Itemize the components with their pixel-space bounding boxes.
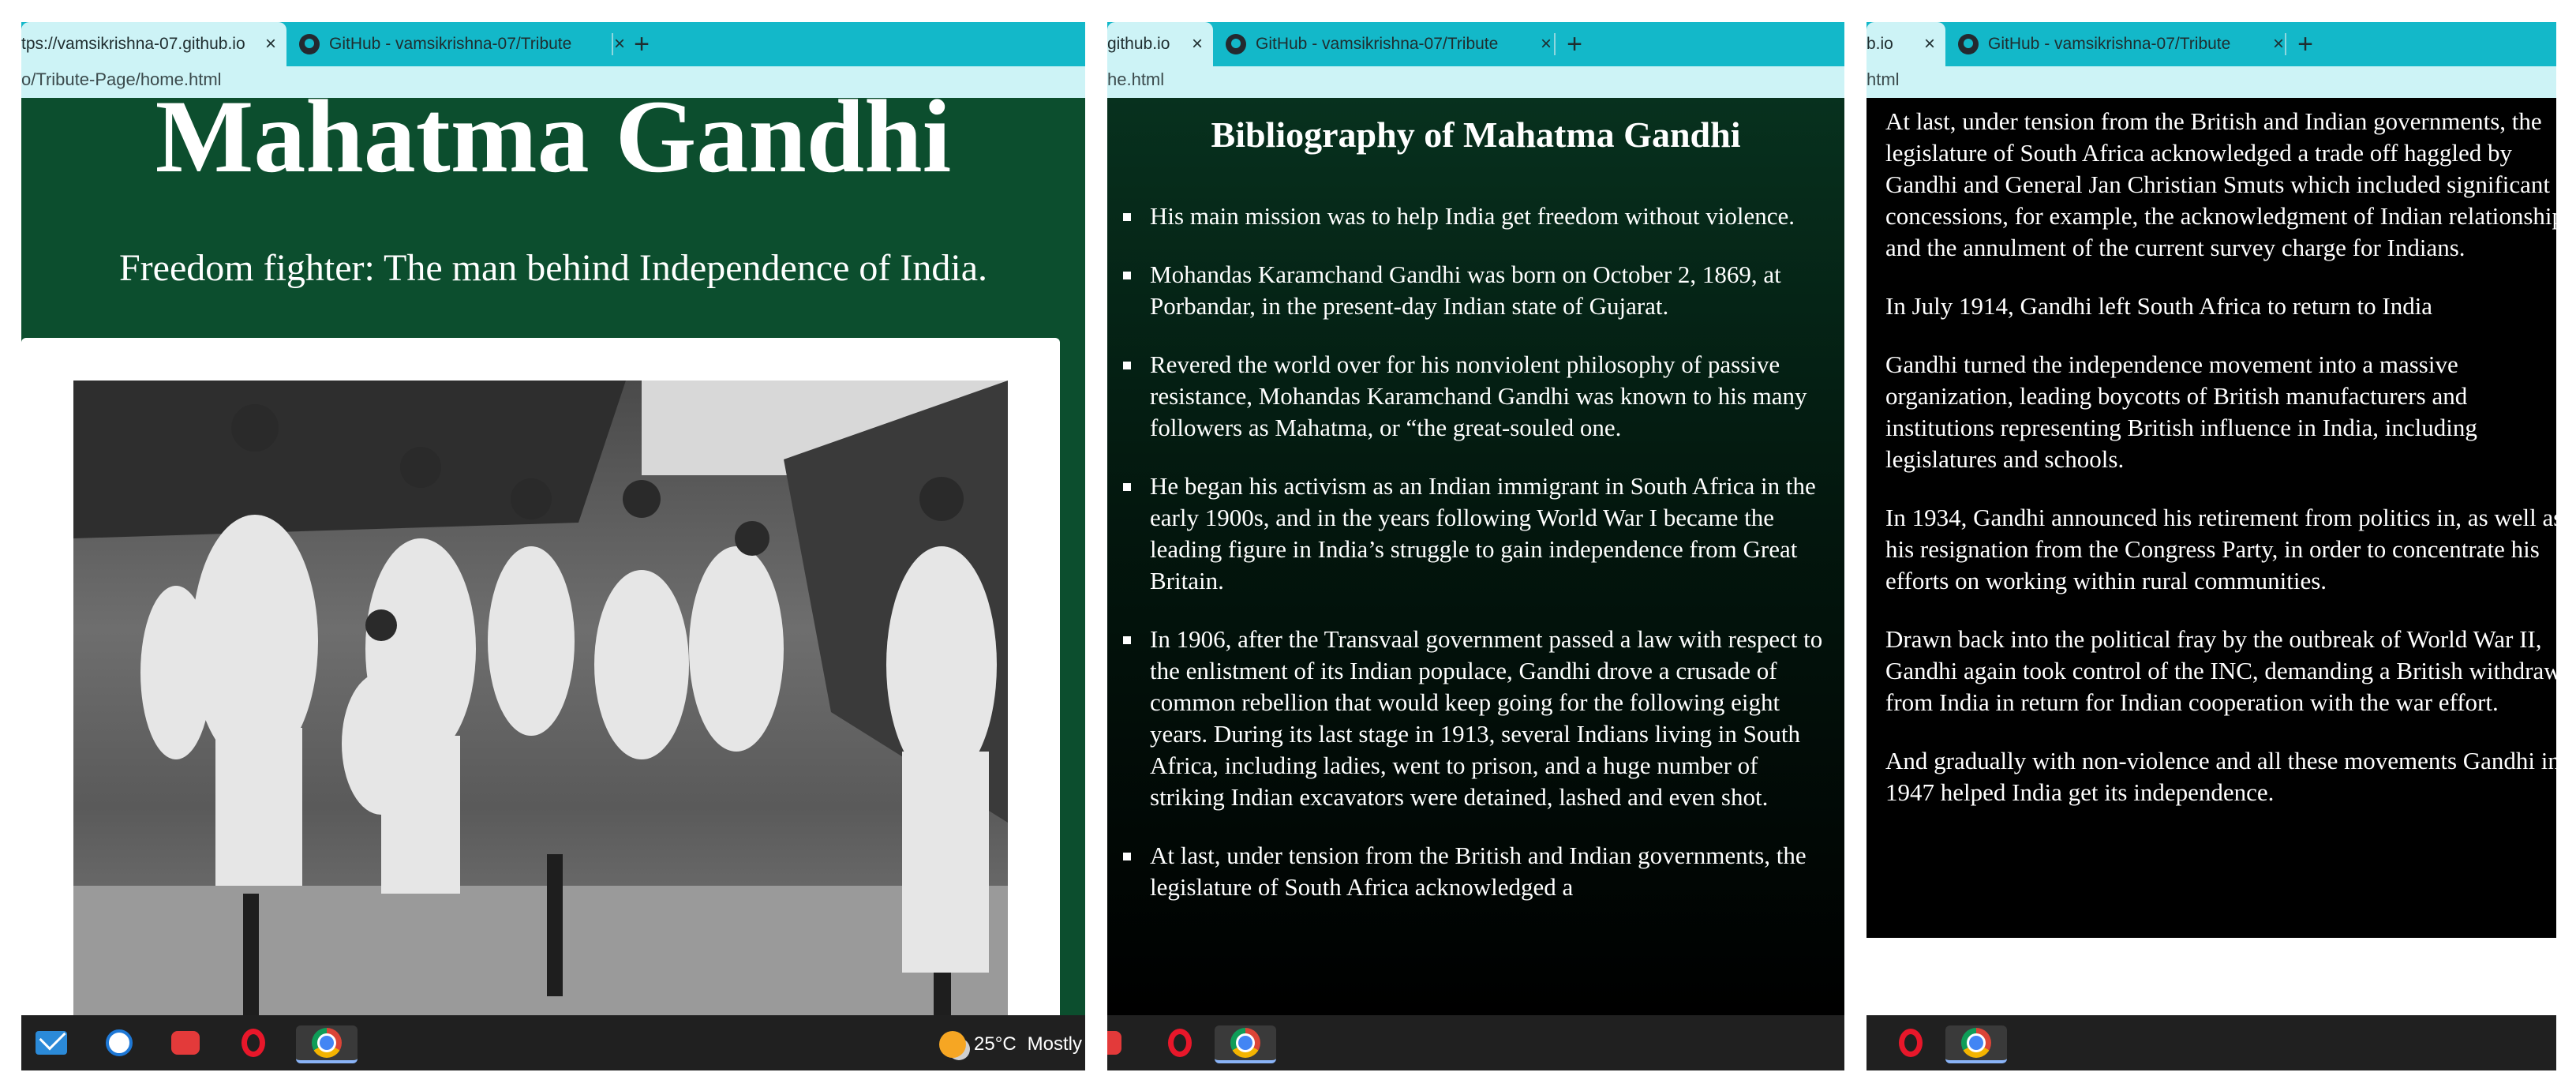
tab-bar: b.io × GitHub - vamsikrishna-07/Tribute … [1866, 22, 2556, 66]
meet-icon[interactable] [168, 1025, 203, 1060]
photo-illustration [73, 381, 1008, 1015]
new-tab-button[interactable]: + [2290, 22, 2321, 66]
bibliography-page: Bibliography of Mahatma Gandhi His main … [1107, 98, 1844, 1015]
opera-icon[interactable] [1893, 1025, 1928, 1060]
close-tab-icon[interactable]: × [1919, 33, 1941, 55]
chrome-icon[interactable] [296, 1025, 358, 1063]
tab-separator [2285, 33, 2286, 55]
list-item: And gradually with non-violence and all … [1885, 745, 2556, 808]
chrome-icon[interactable] [1945, 1025, 2007, 1063]
tab-title: GitHub - vamsikrishna-07/Tribute [1988, 35, 2231, 53]
github-icon [299, 34, 320, 54]
close-tab-icon[interactable]: × [1186, 33, 1208, 55]
meet-icon[interactable] [1107, 1025, 1125, 1060]
bibliography-heading: Bibliography of Mahatma Gandhi [1211, 114, 1741, 155]
browser-window-middle: github.io × GitHub - vamsikrishna-07/Tri… [1107, 22, 1844, 1070]
weather-temp: 25°C [974, 1033, 1017, 1055]
bibliography-list: At last, under tension from the British … [1885, 106, 2556, 835]
github-icon [1226, 34, 1246, 54]
tab-github[interactable]: GitHub - vamsikrishna-07/Tribute × [290, 22, 635, 66]
list-item: At last, under tension from the British … [1123, 840, 1833, 903]
taskbar: 25°C Mostly [21, 1015, 1085, 1070]
list-item: At last, under tension from the British … [1885, 106, 2556, 264]
list-item: Gandhi turned the independence movement … [1885, 349, 2556, 475]
tab-bar: tps://vamsikrishna-07.github.io × GitHub… [21, 22, 1085, 66]
chrome-icon[interactable] [1215, 1025, 1276, 1063]
tab-tribute-page[interactable]: tps://vamsikrishna-07.github.io × [21, 22, 286, 66]
tab-github[interactable]: GitHub - vamsikrishna-07/Tribute × [1949, 22, 2294, 66]
tribute-page: Mahatma Gandhi Freedom fighter: The man … [21, 98, 1085, 1015]
bibliography-page-continued: At last, under tension from the British … [1866, 98, 2556, 938]
new-tab-button[interactable]: + [626, 22, 657, 66]
taskbar [1107, 1015, 1844, 1070]
browser-window-left: tps://vamsikrishna-07.github.io × GitHub… [21, 22, 1085, 1070]
url-text: html [1866, 69, 1900, 89]
weather-icon [939, 1031, 967, 1058]
list-item: Mohandas Karamchand Gandhi was born on O… [1123, 259, 1833, 322]
opera-icon[interactable] [236, 1025, 271, 1060]
url-text: he.html [1107, 69, 1165, 89]
tab-title: GitHub - vamsikrishna-07/Tribute [329, 35, 572, 53]
tab-title: GitHub - vamsikrishna-07/Tribute [1256, 35, 1499, 53]
opera-icon[interactable] [1163, 1025, 1197, 1060]
tab-separator [1554, 33, 1556, 55]
tab-title: tps://vamsikrishna-07.github.io [21, 35, 245, 53]
url-text: o/Tribute-Page/home.html [21, 69, 222, 89]
photos-icon[interactable] [102, 1025, 137, 1060]
bibliography-list: His main mission was to help India get f… [1123, 201, 1833, 930]
weather-widget[interactable]: 25°C Mostly [939, 1031, 1082, 1058]
mail-icon[interactable] [34, 1025, 69, 1060]
taskbar [1866, 1015, 2556, 1070]
github-icon [1958, 34, 1979, 54]
new-tab-button[interactable]: + [1559, 22, 1590, 66]
list-item: In July 1914, Gandhi left South Africa t… [1885, 291, 2556, 322]
list-item: Revered the world over for his nonviolen… [1123, 349, 1833, 444]
address-bar[interactable]: o/Tribute-Page/home.html [21, 66, 1085, 93]
tab-tribute-page[interactable]: github.io × [1107, 22, 1213, 66]
page-subtitle: Freedom fighter: The man behind Independ… [118, 247, 988, 289]
address-bar[interactable]: he.html [1107, 66, 1844, 93]
close-tab-icon[interactable]: × [260, 33, 282, 55]
weather-condition: Mostly [1027, 1033, 1082, 1055]
list-item: Drawn back into the political fray by th… [1885, 624, 2556, 718]
tab-github[interactable]: GitHub - vamsikrishna-07/Tribute × [1216, 22, 1562, 66]
gandhi-photo [73, 381, 1008, 1015]
tab-bar: github.io × GitHub - vamsikrishna-07/Tri… [1107, 22, 1844, 66]
list-item: His main mission was to help India get f… [1123, 201, 1833, 232]
list-item: He began his activism as an Indian immig… [1123, 471, 1833, 597]
address-bar[interactable]: html [1866, 66, 2556, 93]
tab-separator [612, 33, 613, 55]
tab-title: b.io [1866, 35, 1893, 53]
list-item: In 1906, after the Transvaal government … [1123, 624, 1833, 813]
tab-title: github.io [1107, 35, 1170, 53]
tab-tribute-page[interactable]: b.io × [1866, 22, 1945, 66]
image-card [21, 338, 1060, 1015]
browser-window-right: b.io × GitHub - vamsikrishna-07/Tribute … [1866, 22, 2556, 1070]
list-item: In 1934, Gandhi announced his retirement… [1885, 502, 2556, 597]
page-title: Mahatma Gandhi [155, 98, 952, 194]
